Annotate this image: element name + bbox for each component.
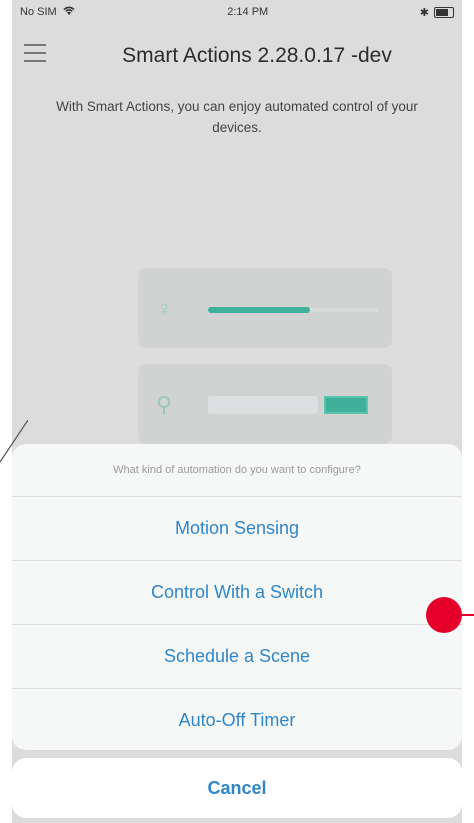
illustration-toggle bbox=[208, 396, 318, 414]
illustration-slider bbox=[208, 307, 378, 313]
time-label: 2:14 PM bbox=[227, 6, 269, 18]
automation-action-sheet: What kind of automation do you want to c… bbox=[12, 444, 462, 750]
motion-sensing-option[interactable]: Motion Sensing bbox=[12, 497, 462, 561]
bulb-icon: ♀ bbox=[156, 296, 173, 321]
nav-bar: Smart Actions 2.28.0.17 -dev bbox=[12, 30, 462, 78]
touch-indicator-line bbox=[460, 614, 474, 616]
cancel-button[interactable]: Cancel bbox=[12, 758, 462, 818]
illustration-motion-card: ⚲ bbox=[138, 364, 392, 444]
intro-description: With Smart Actions, you can enjoy automa… bbox=[56, 99, 418, 135]
illustration-toggle-on bbox=[324, 396, 368, 414]
control-with-switch-option[interactable]: Control With a Switch bbox=[12, 561, 462, 625]
smart-actions-illustration: ♀ ⚲ bbox=[138, 268, 392, 448]
battery-icon bbox=[434, 6, 454, 18]
carrier-label: No SIM bbox=[20, 6, 57, 18]
page-title: Smart Actions 2.28.0.17 -dev bbox=[122, 44, 392, 67]
auto-off-timer-option[interactable]: Auto-Off Timer bbox=[12, 689, 462, 750]
hamburger-icon[interactable] bbox=[24, 44, 46, 62]
motion-icon: ⚲ bbox=[156, 392, 173, 417]
action-sheet-prompt: What kind of automation do you want to c… bbox=[12, 444, 462, 497]
schedule-scene-option[interactable]: Schedule a Scene bbox=[12, 625, 462, 689]
status-right: ✱ bbox=[420, 6, 454, 19]
status-left: No SIM bbox=[20, 5, 76, 19]
bluetooth-icon: ✱ bbox=[419, 6, 429, 19]
illustration-dimmer-card: ♀ bbox=[138, 268, 392, 348]
wifi-icon bbox=[62, 5, 76, 19]
status-bar: No SIM 2:14 PM ✱ bbox=[12, 0, 462, 24]
touch-indicator-dot bbox=[426, 597, 462, 633]
